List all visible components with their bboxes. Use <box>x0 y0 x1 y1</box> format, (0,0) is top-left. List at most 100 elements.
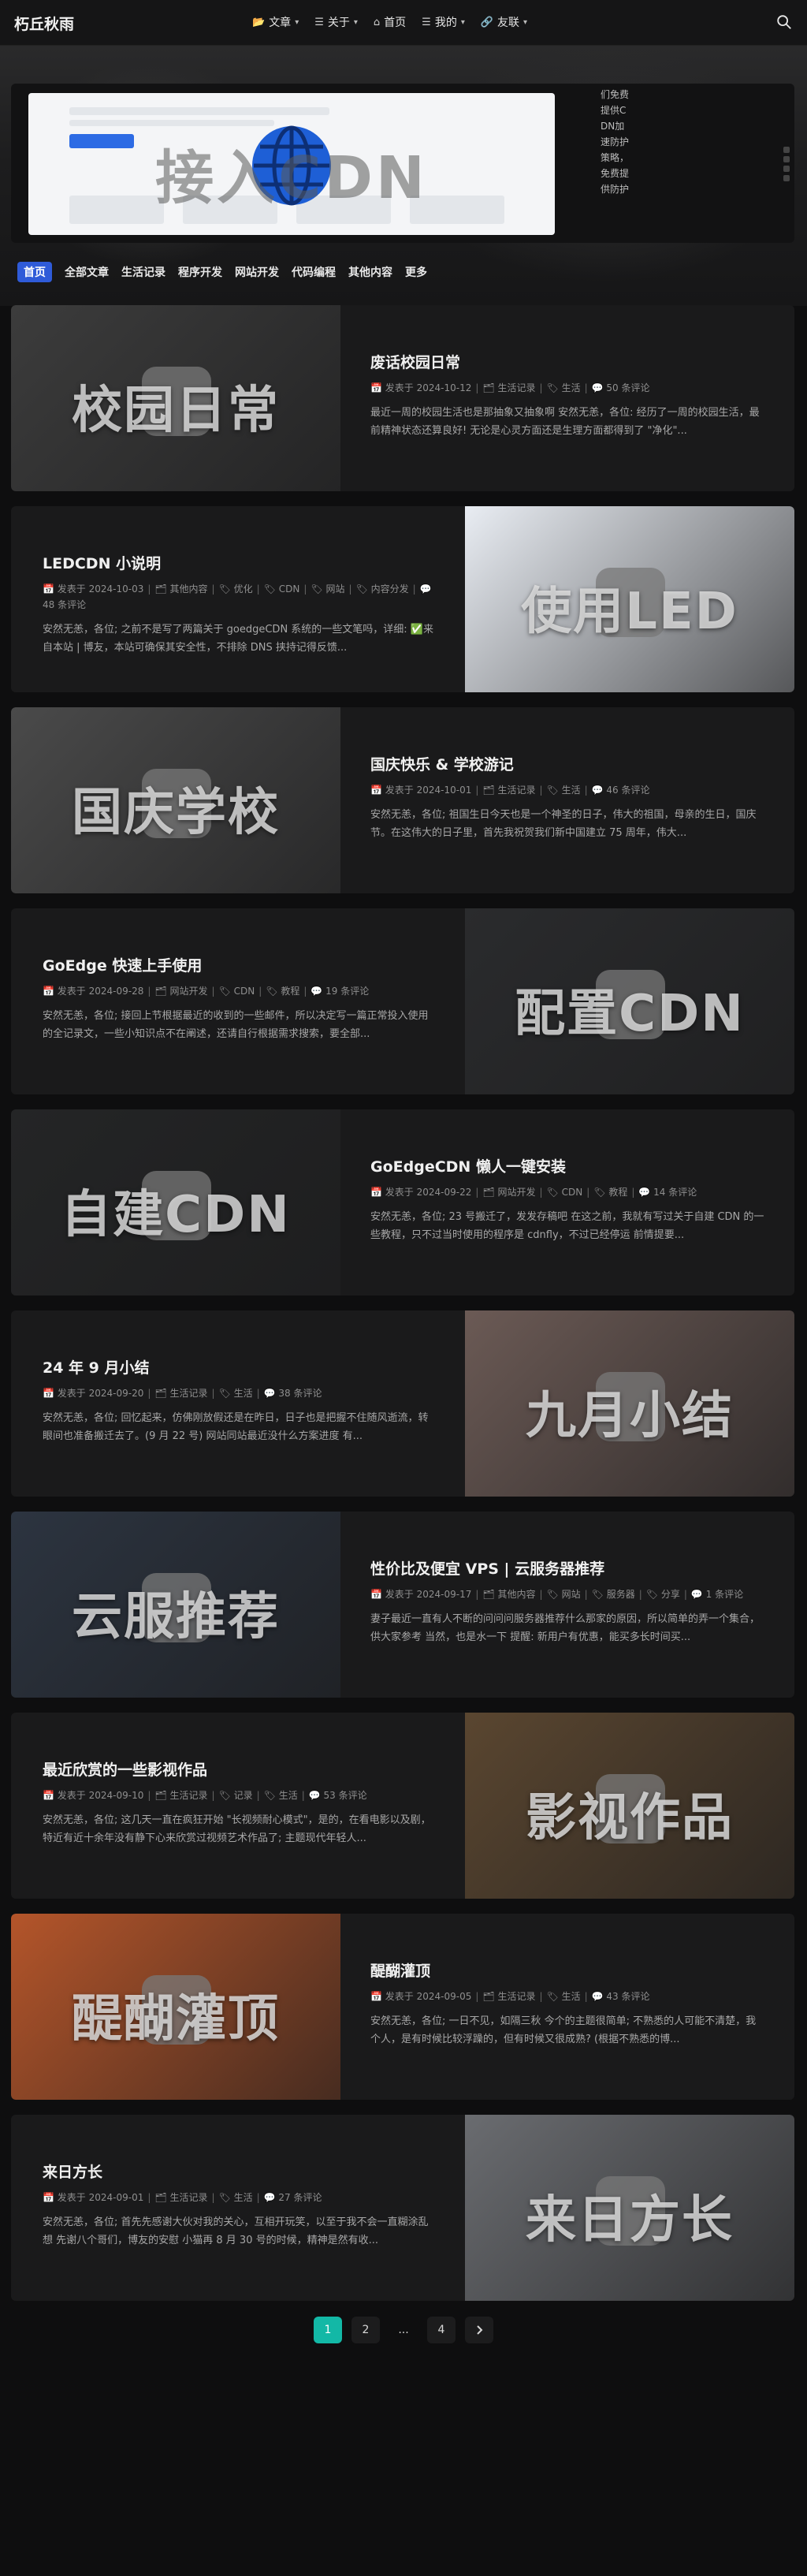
post-card[interactable]: 九月小结 24 年 9 月小结 📅 发表于 2024-09-20 | 🗂 生活记录 | 🏷 … <box>11 1310 794 1497</box>
post-thumbnail[interactable]: 九月小结 <box>465 1310 794 1497</box>
post-card[interactable]: 配置CDN GoEdge 快速上手使用 📅 发表于 2024-09-28 | 🗂 网站开… <box>11 908 794 1094</box>
post-title[interactable]: 废话校园日常 <box>370 351 764 372</box>
post-date-prefix: 发表于 <box>385 1589 414 1600</box>
nav-item-articles[interactable]: 📂 文章 ▾ <box>252 14 299 30</box>
tab-life-records[interactable]: 生活记录 <box>121 264 165 280</box>
post-tag[interactable]: 生活 <box>562 1991 581 2002</box>
post-card[interactable]: 云服推荐 性价比及便宜 VPS | 云服务器推荐 📅 发表于 2024-09-17 |… <box>11 1512 794 1698</box>
post-thumbnail[interactable]: 影视作品 <box>465 1713 794 1899</box>
post-tag[interactable]: 生活 <box>562 785 581 796</box>
post-comments[interactable]: 1 条评论 <box>706 1589 743 1600</box>
post-category[interactable]: 生活记录 <box>497 382 535 393</box>
post-title[interactable]: GoEdge 快速上手使用 <box>43 954 437 975</box>
post-title[interactable]: 来日方长 <box>43 2160 437 2182</box>
next-page-button[interactable] <box>465 2317 493 2343</box>
tab-other[interactable]: 其他内容 <box>348 264 392 280</box>
post-category[interactable]: 其他内容 <box>169 583 207 595</box>
page-button[interactable]: 2 <box>351 2317 380 2343</box>
post-comments[interactable]: 43 条评论 <box>606 1991 649 2002</box>
post-thumbnail[interactable]: 配置CDN <box>465 908 794 1094</box>
post-thumbnail[interactable]: 自建CDN <box>11 1109 340 1295</box>
post-category[interactable]: 网站开发 <box>169 986 207 997</box>
site-logo[interactable]: 朽丘秋雨 <box>14 13 74 34</box>
slider-indicator[interactable] <box>783 147 791 181</box>
post-title[interactable]: 国庆快乐 & 学校游记 <box>370 753 764 774</box>
post-thumbnail[interactable]: 国庆学校 <box>11 707 340 893</box>
nav-item-mine[interactable]: ☰ 我的 ▾ <box>422 14 465 30</box>
post-category[interactable]: 生活记录 <box>169 1790 207 1801</box>
post-card[interactable]: 使用LED LEDCDN 小说明 📅 发表于 2024-10-03 | 🗂 其他内容 | 🏷… <box>11 506 794 692</box>
post-thumbnail[interactable]: 醍醐灌顶 <box>11 1914 340 2100</box>
post-tag[interactable]: 记录 <box>234 1790 253 1801</box>
tab-home[interactable]: 首页 <box>17 262 52 282</box>
slider-dot[interactable] <box>783 166 790 172</box>
post-title[interactable]: 醍醐灌顶 <box>370 1959 764 1981</box>
post-tag[interactable]: CDN <box>279 583 300 595</box>
post-tag[interactable]: 生活 <box>234 2192 253 2203</box>
post-comments[interactable]: 48 条评论 <box>43 599 86 610</box>
post-category[interactable]: 其他内容 <box>497 1589 535 1600</box>
tab-coding[interactable]: 代码编程 <box>292 264 336 280</box>
post-info: 来日方长 📅 发表于 2024-09-01 | 🗂 生活记录 | 🏷 生活 | 💬 27 条评… <box>43 2160 437 2250</box>
post-card[interactable]: 醍醐灌顶 醍醐灌顶 📅 发表于 2024-09-05 | 🗂 生活记录 | 🏷 生活 | 💬 4… <box>11 1914 794 2100</box>
post-category[interactable]: 生活记录 <box>169 1388 207 1399</box>
post-comments[interactable]: 14 条评论 <box>653 1187 697 1198</box>
post-tag[interactable]: 教程 <box>608 1187 627 1198</box>
tab-programming[interactable]: 程序开发 <box>178 264 222 280</box>
nav-item-home[interactable]: ⌂ 首页 <box>374 14 406 30</box>
post-thumbnail[interactable]: 来日方长 <box>465 2115 794 2301</box>
post-comments[interactable]: 46 条评论 <box>606 785 649 796</box>
tag-icon: 🏷 <box>546 1589 562 1600</box>
post-tag[interactable]: 生活 <box>279 1790 298 1801</box>
meta-separator: | <box>683 1589 687 1600</box>
search-icon[interactable] <box>775 13 793 31</box>
post-card[interactable]: 校园日常 废话校园日常 📅 发表于 2024-10-12 | 🗂 生活记录 | 🏷 生活 | 💬… <box>11 305 794 491</box>
post-title[interactable]: LEDCDN 小说明 <box>43 552 437 573</box>
post-tag[interactable]: 服务器 <box>607 1589 635 1600</box>
tab-all-articles[interactable]: 全部文章 <box>65 264 109 280</box>
post-tag[interactable]: 网站 <box>562 1589 581 1600</box>
post-category[interactable]: 生活记录 <box>497 785 535 796</box>
post-thumbnail[interactable]: 校园日常 <box>11 305 340 491</box>
post-tag[interactable]: CDN <box>234 986 255 997</box>
nav-label: 友联 <box>497 17 520 29</box>
post-comments[interactable]: 50 条评论 <box>606 382 649 393</box>
post-thumbnail[interactable]: 使用LED <box>465 506 794 692</box>
post-tag[interactable]: 内容分发 <box>371 583 409 595</box>
post-card[interactable]: 来日方长 来日方长 📅 发表于 2024-09-01 | 🗂 生活记录 | 🏷 生活 | 💬 2… <box>11 2115 794 2301</box>
post-date: 2024-09-10 <box>88 1790 144 1801</box>
post-title[interactable]: 性价比及便宜 VPS | 云服务器推荐 <box>370 1557 764 1579</box>
tab-web-dev[interactable]: 网站开发 <box>235 264 279 280</box>
post-card[interactable]: 影视作品 最近欣赏的一些影视作品 📅 发表于 2024-09-10 | 🗂 生活记录 | 🏷… <box>11 1713 794 1899</box>
page-button[interactable]: 4 <box>427 2317 456 2343</box>
tab-more[interactable]: 更多 <box>405 264 427 280</box>
post-title[interactable]: 24 年 9 月小结 <box>43 1356 437 1377</box>
post-tag[interactable]: 生活 <box>234 1388 253 1399</box>
post-excerpt: 安然无恙，各位; 回忆起来，仿佛刚放假还是在昨日，日子也是把握不住随风逝流，转眼… <box>43 1412 429 1442</box>
slider-dot[interactable] <box>783 147 790 153</box>
post-card[interactable]: 国庆学校 国庆快乐 & 学校游记 📅 发表于 2024-10-01 | 🗂 生活记录 | 🏷… <box>11 707 794 893</box>
post-title[interactable]: GoEdgeCDN 懒人一键安装 <box>370 1155 764 1176</box>
slider-dot[interactable] <box>783 156 790 162</box>
post-tag[interactable]: 网站 <box>325 583 344 595</box>
post-tag[interactable]: CDN <box>562 1187 583 1198</box>
post-tag[interactable]: 生活 <box>562 382 581 393</box>
post-tag[interactable]: 教程 <box>281 986 299 997</box>
post-category[interactable]: 生活记录 <box>497 1991 535 2002</box>
post-card[interactable]: 自建CDN GoEdgeCDN 懒人一键安装 📅 发表于 2024-09-22 | 🗂 … <box>11 1109 794 1295</box>
post-tag[interactable]: 优化 <box>234 583 253 595</box>
post-comments[interactable]: 38 条评论 <box>278 1388 322 1399</box>
post-title[interactable]: 最近欣赏的一些影视作品 <box>43 1758 437 1780</box>
post-category[interactable]: 网站开发 <box>497 1187 535 1198</box>
post-thumbnail[interactable]: 云服推荐 <box>11 1512 340 1698</box>
slider-dot[interactable] <box>783 175 790 181</box>
featured-slide-image[interactable]: 接入CDN <box>28 93 555 235</box>
post-tag[interactable]: 分享 <box>661 1589 680 1600</box>
page-button[interactable]: 1 <box>314 2317 342 2343</box>
nav-item-friends[interactable]: 🔗 友联 ▾ <box>481 14 527 30</box>
post-comments[interactable]: 27 条评论 <box>278 2192 322 2203</box>
post-comments[interactable]: 53 条评论 <box>324 1790 367 1801</box>
post-comments[interactable]: 19 条评论 <box>325 986 369 997</box>
nav-item-about[interactable]: ☰ 关于 ▾ <box>314 14 358 30</box>
post-category[interactable]: 生活记录 <box>169 2192 207 2203</box>
